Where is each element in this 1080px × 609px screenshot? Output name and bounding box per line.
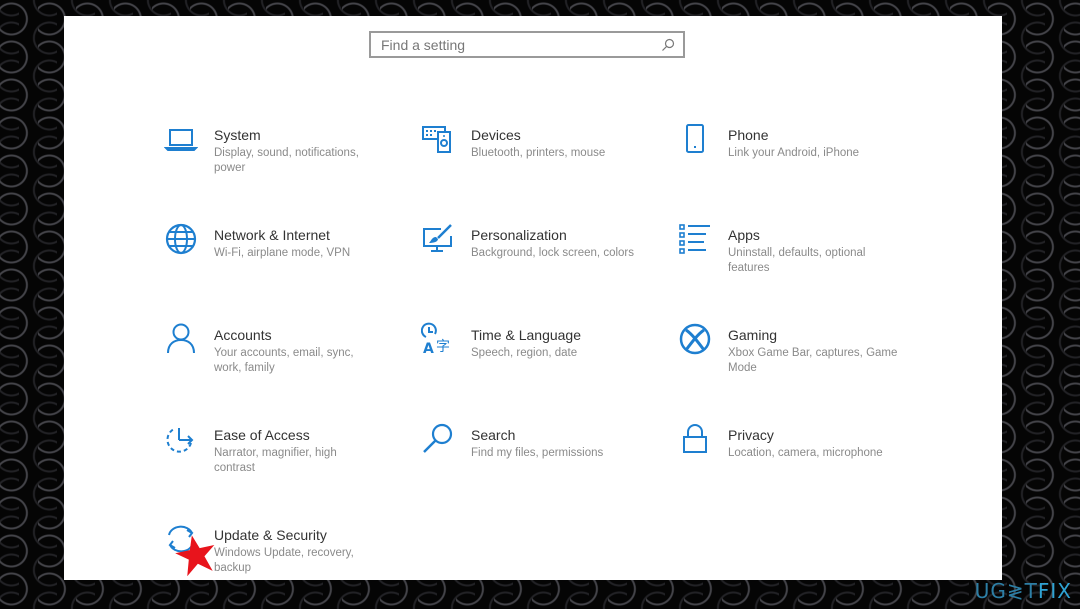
- tile-description: Xbox Game Bar, captures, Game: [728, 347, 898, 359]
- tile-search[interactable]: Search Find my files, permissions: [421, 423, 661, 496]
- search-field[interactable]: [369, 31, 685, 58]
- tile-description: backup: [214, 562, 252, 574]
- tile-description: Mode: [728, 362, 757, 374]
- tile-title: Personalization: [471, 227, 567, 243]
- tile-network-internet[interactable]: Network & Internet Wi-Fi, airplane mode,…: [164, 223, 404, 296]
- tile-description: Windows Update, recovery,: [214, 547, 354, 559]
- magnifier-icon: [421, 422, 457, 458]
- tile-title: Phone: [728, 127, 769, 143]
- tile-update-security[interactable]: Update & Security Windows Update, recove…: [164, 525, 404, 580]
- tile-privacy[interactable]: Privacy Location, camera, microphone: [678, 424, 918, 496]
- laptop-icon: [163, 122, 200, 158]
- xbox-icon: [678, 322, 714, 358]
- tile-description: Narrator, magnifier, high: [214, 447, 337, 459]
- tile-time-language[interactable]: A字 Time & Language Speech, region, date: [420, 322, 661, 396]
- tile-description: Bluetooth, printers, mouse: [471, 147, 606, 159]
- tile-description: features: [728, 262, 770, 274]
- tile-title: Accounts: [214, 327, 272, 343]
- watermark-text: FIX: [1037, 579, 1072, 603]
- tile-title: Apps: [728, 227, 760, 243]
- time-language-icon: A字: [420, 322, 457, 358]
- svg-text:A: A: [423, 341, 434, 356]
- tile-title: Gaming: [728, 327, 778, 343]
- tile-description: Your accounts, email, sync,: [214, 347, 354, 359]
- settings-window: System Display, sound, notifications, po…: [64, 16, 1002, 580]
- tile-devices[interactable]: Devices Bluetooth, printers, mouse: [421, 126, 661, 196]
- tile-description: Speech, region, date: [471, 347, 578, 359]
- tile-title: Update & Security: [214, 527, 327, 543]
- sync-arrows-icon: [164, 522, 200, 558]
- lock-icon: [678, 422, 714, 458]
- tile-title: Search: [471, 427, 516, 443]
- ugetfix-watermark: UG≷TFIX: [975, 579, 1072, 603]
- tile-apps[interactable]: Apps Uninstall, defaults, optional featu…: [678, 224, 918, 296]
- ease-of-access-icon: [164, 422, 200, 458]
- tile-title: Privacy: [728, 427, 774, 443]
- devices-icon: [421, 122, 457, 158]
- tile-system[interactable]: System Display, sound, notifications, po…: [163, 126, 404, 196]
- person-icon: [164, 322, 200, 358]
- tile-phone[interactable]: Phone Link your Android, iPhone: [678, 124, 918, 196]
- search-icon[interactable]: [657, 34, 679, 56]
- tile-title: System: [214, 127, 261, 143]
- tile-description: Wi-Fi, airplane mode, VPN: [214, 247, 351, 259]
- tile-title: Network & Internet: [214, 227, 330, 243]
- tile-title: Time & Language: [471, 327, 581, 343]
- search-input[interactable]: [371, 33, 657, 56]
- tile-description: Find my files, permissions: [471, 447, 604, 459]
- tile-description: Link your Android, iPhone: [728, 147, 860, 159]
- tile-description: work, family: [214, 362, 275, 374]
- tile-description: contrast: [214, 462, 255, 474]
- tile-gaming[interactable]: Gaming Xbox Game Bar, captures, Game Mod…: [678, 323, 918, 396]
- tile-title: Devices: [471, 127, 521, 143]
- tile-title: Ease of Access: [214, 427, 310, 443]
- paintbrush-monitor-icon: [421, 222, 457, 258]
- tile-description: Location, camera, microphone: [728, 447, 883, 459]
- watermark-text: UG: [974, 579, 1007, 603]
- watermark-text: ≷T: [1006, 579, 1038, 603]
- tile-accounts[interactable]: Accounts Your accounts, email, sync, wor…: [164, 323, 404, 396]
- tile-description: Uninstall, defaults, optional: [728, 247, 866, 259]
- apps-list-icon: [678, 222, 714, 258]
- globe-icon: [164, 222, 200, 258]
- tile-ease-of-access[interactable]: Ease of Access Narrator, magnifier, high…: [164, 426, 404, 496]
- tile-personalization[interactable]: Personalization Background, lock screen,…: [421, 224, 661, 296]
- tile-description: Display, sound, notifications,: [214, 147, 359, 159]
- phone-icon: [678, 122, 714, 158]
- svg-text:字: 字: [436, 339, 450, 355]
- tile-description: power: [214, 162, 246, 174]
- tile-description: Background, lock screen, colors: [471, 247, 634, 259]
